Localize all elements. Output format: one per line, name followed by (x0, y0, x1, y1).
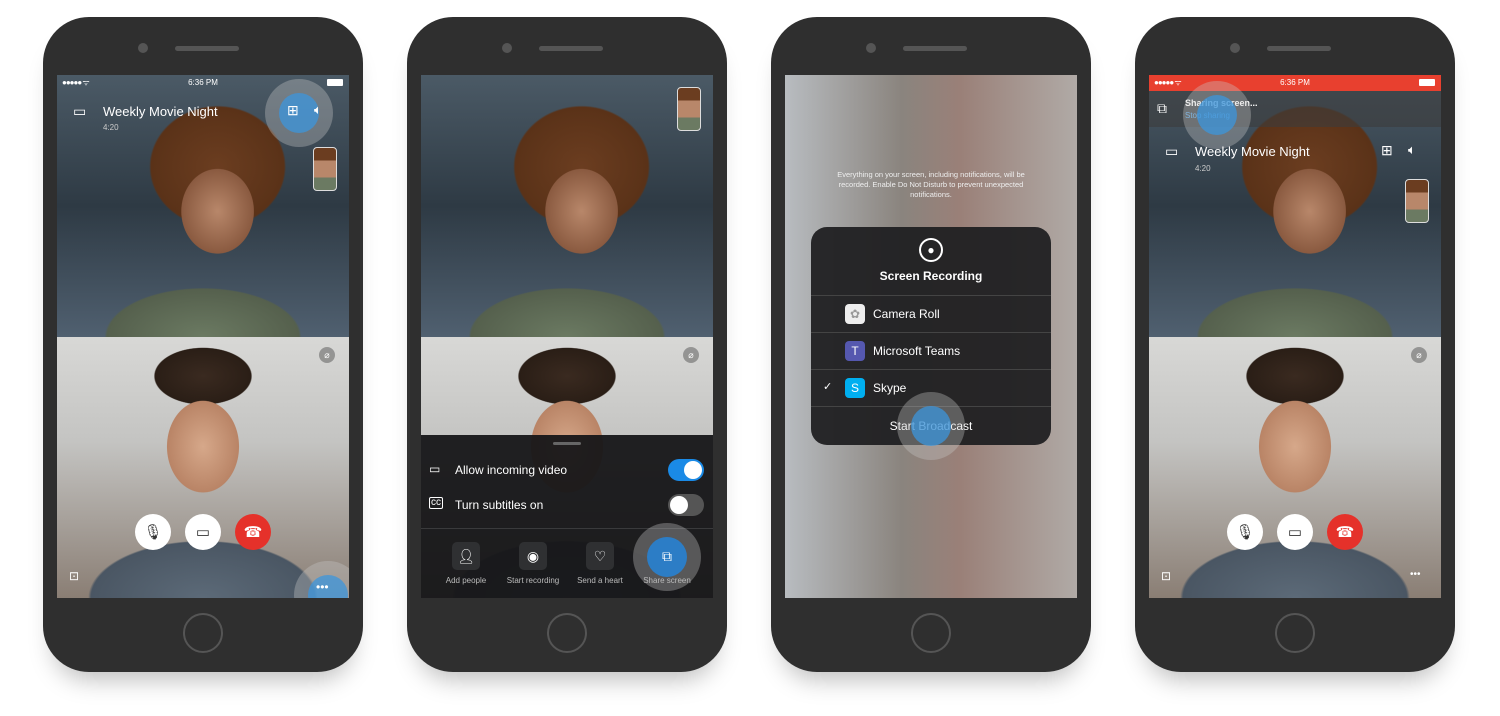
battery-icon (1419, 79, 1435, 86)
dialog-title: Screen Recording (879, 269, 983, 283)
send-heart-button[interactable]: ♡ Send a heart (570, 542, 630, 585)
grid-view-icon[interactable]: ⊞ (287, 102, 299, 119)
screen: ●●●●● ᯤ6:36 PM ⧉ Sharing screen... Stop … (1149, 75, 1441, 598)
end-call-button[interactable]: ☎︎ (235, 514, 271, 550)
target-camera-roll[interactable]: ✿ Camera Roll (811, 295, 1051, 332)
call-duration: 4:20 (1195, 164, 1211, 173)
target-label: Microsoft Teams (873, 344, 961, 358)
video-icon: ▭ (429, 462, 441, 476)
screen: Everything on your screen, including not… (785, 75, 1077, 598)
call-title: Weekly Movie Night (103, 104, 218, 119)
video-icon: ▭ (1287, 524, 1303, 541)
speaker (1267, 46, 1331, 51)
phone-sharing-screen: ●●●●● ᯤ6:36 PM ⧉ Sharing screen... Stop … (1135, 17, 1455, 672)
call-title: Weekly Movie Night (1195, 144, 1310, 159)
mic-button[interactable]: 🎙︎ (135, 514, 171, 550)
action-label: Add people (445, 576, 487, 585)
muted-mic-icon: ⌀ (1411, 347, 1427, 363)
heart-icon: ♡ (586, 542, 614, 570)
end-call-button[interactable]: ☎︎ (1327, 514, 1363, 550)
subtitles-icon: cc (429, 497, 443, 509)
remote-video-woman (421, 75, 713, 337)
camera-roll-icon: ✿ (845, 304, 865, 324)
more-options-icon[interactable]: ••• (1410, 569, 1421, 580)
home-button[interactable] (547, 613, 587, 653)
record-icon: ● (919, 238, 943, 262)
mic-button[interactable]: 🎙︎ (1227, 514, 1263, 550)
front-camera (866, 43, 876, 53)
phone-call-menu: ⌀ ▭ Allow incoming video cc Turn subtitl… (407, 17, 727, 672)
speaker-icon[interactable]: 🔈︎ (1408, 142, 1416, 158)
screen: ⌀ ▭ Allow incoming video cc Turn subtitl… (421, 75, 713, 598)
status-bar-recording[interactable]: ●●●●● ᯤ 6:36 PM (1149, 75, 1441, 91)
switch-camera-icon[interactable]: ⊡ (69, 569, 79, 583)
recording-notice: Everything on your screen, including not… (837, 170, 1025, 199)
touch-indicator (279, 93, 319, 133)
home-button[interactable] (911, 613, 951, 653)
call-duration: 4:20 (103, 123, 119, 132)
checkmark-icon: ✓ (823, 381, 833, 393)
phone-call-screen: ●●●●● ᯤ 6:36 PM ▭ Weekly Movie Night 4:20… (43, 17, 363, 672)
teams-icon: T (845, 341, 865, 361)
allow-video-label: Allow incoming video (455, 463, 568, 477)
battery-icon (327, 79, 343, 86)
video-button[interactable]: ▭ (185, 514, 221, 550)
touch-indicator (911, 406, 951, 446)
video-icon: ▭ (195, 524, 211, 541)
remote-video-man (1149, 337, 1441, 598)
speaker (539, 46, 603, 51)
chat-icon[interactable]: ▭ (73, 103, 86, 120)
hang-up-icon: ☎︎ (243, 524, 263, 541)
start-recording-button[interactable]: ◉ Start recording (503, 542, 563, 585)
mic-icon: 🎙︎ (1235, 524, 1255, 541)
action-label: Start recording (506, 576, 560, 585)
record-icon: ◉ (519, 542, 547, 570)
home-button[interactable] (183, 613, 223, 653)
target-microsoft-teams[interactable]: T Microsoft Teams (811, 332, 1051, 369)
speaker (175, 46, 239, 51)
subtitles-toggle[interactable] (668, 494, 704, 516)
target-label: Skype (873, 381, 907, 395)
action-label: Share screen (643, 576, 691, 585)
add-people-button[interactable]: 👤︎ Add people (436, 542, 496, 585)
share-screen-button[interactable]: ⧉ Share screen (637, 542, 697, 585)
mic-icon: 🎙︎ (143, 524, 163, 541)
video-button[interactable]: ▭ (1277, 514, 1313, 550)
call-options-sheet: ▭ Allow incoming video cc Turn subtitles… (421, 435, 713, 598)
hang-up-icon: ☎︎ (1335, 524, 1355, 541)
speaker-icon[interactable]: 🔈︎ (314, 102, 322, 118)
grid-view-icon[interactable]: ⊞ (1381, 142, 1393, 159)
switch-camera-icon[interactable]: ⊡ (1161, 569, 1171, 583)
front-camera (138, 43, 148, 53)
add-person-icon: 👤︎ (452, 542, 480, 570)
more-options-icon[interactable]: ••• (316, 580, 329, 594)
speaker (903, 46, 967, 51)
phone-screen-recording: Everything on your screen, including not… (771, 17, 1091, 672)
self-view-thumbnail[interactable] (677, 87, 701, 131)
self-view-thumbnail[interactable] (1405, 179, 1429, 223)
screen-recording-dialog: ● Screen Recording ✿ Camera Roll T Microso… (811, 227, 1051, 460)
front-camera (1230, 43, 1240, 53)
share-screen-icon: ⧉ (1157, 100, 1167, 116)
front-camera (502, 43, 512, 53)
skype-icon: S (845, 378, 865, 398)
status-time: 6:36 PM (1280, 78, 1310, 87)
home-button[interactable] (1275, 613, 1315, 653)
remote-video-man (57, 337, 349, 598)
target-label: Camera Roll (873, 307, 940, 321)
subtitles-label: Turn subtitles on (455, 498, 544, 512)
share-screen-icon: ⧉ (662, 548, 672, 564)
self-view-thumbnail[interactable] (313, 147, 337, 191)
muted-mic-icon: ⌀ (683, 347, 699, 363)
muted-mic-icon: ⌀ (319, 347, 335, 363)
touch-indicator (1197, 95, 1237, 135)
chat-icon[interactable]: ▭ (1165, 143, 1178, 160)
screen: ●●●●● ᯤ 6:36 PM ▭ Weekly Movie Night 4:20… (57, 75, 349, 598)
action-label: Send a heart (577, 576, 623, 585)
sheet-handle[interactable] (553, 442, 581, 445)
allow-video-toggle[interactable] (668, 459, 704, 481)
